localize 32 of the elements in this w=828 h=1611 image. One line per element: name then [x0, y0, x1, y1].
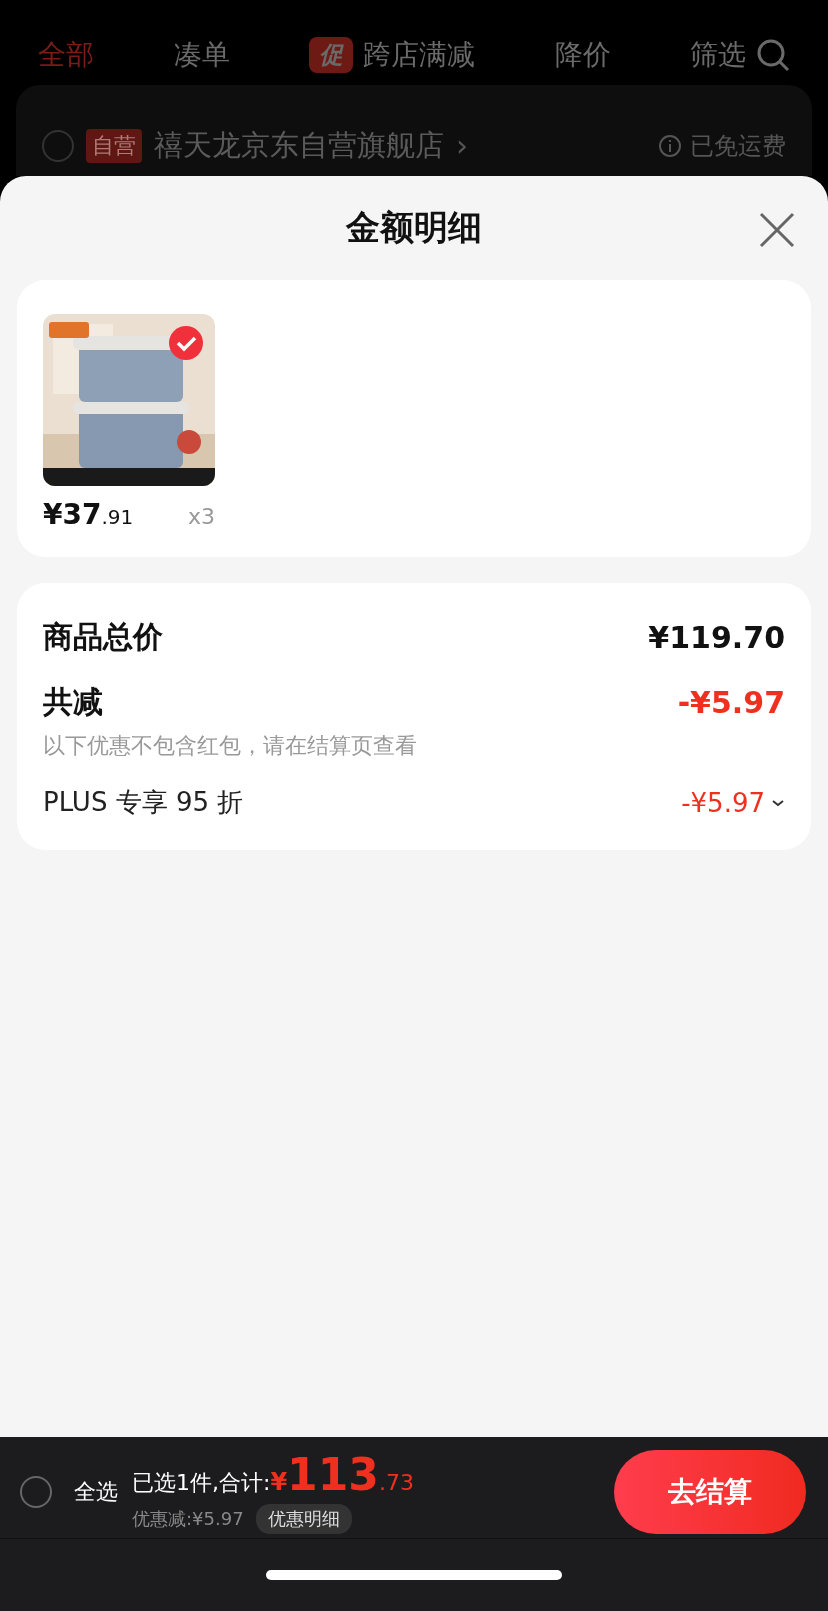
total-value: ¥119.70: [648, 620, 785, 655]
category-tab[interactable]: 降价: [554, 35, 611, 74]
select-all-label[interactable]: 全选: [74, 1476, 118, 1507]
info-icon[interactable]: [658, 133, 682, 158]
sheet-title: 金额明细: [346, 206, 482, 249]
filter-button[interactable]: 筛选: [690, 35, 790, 74]
category-tab[interactable]: 全部: [38, 35, 94, 74]
category-tab[interactable]: 凑单: [173, 35, 230, 74]
promo-badge: 促: [309, 36, 353, 73]
caret-icon[interactable]: [771, 797, 785, 808]
discount-note: 以下优惠不包含红包，请在结算页查看: [43, 732, 418, 760]
saving-text: 优惠减:¥5.97: [132, 1507, 244, 1531]
select-all-checkbox[interactable]: [20, 1475, 52, 1508]
discount-row-value[interactable]: -¥5.97: [681, 787, 765, 818]
checkout-button[interactable]: 去结算: [614, 1449, 806, 1534]
store-checkbox[interactable]: [42, 129, 74, 162]
discount-row-label: PLUS 专享 95 折: [43, 786, 244, 819]
item-price: ¥37.91: [43, 498, 134, 531]
check-icon[interactable]: [169, 326, 203, 360]
close-button[interactable]: [757, 210, 797, 250]
discount-label: 共减: [43, 683, 103, 721]
category-tab[interactable]: 促 跨店满减: [309, 35, 475, 74]
search-icon[interactable]: [756, 37, 790, 72]
self-operated-badge: 自营: [86, 128, 142, 163]
item-quantity: x3: [187, 504, 215, 529]
total-label: 商品总价: [43, 618, 163, 656]
chevron-icon: ›: [456, 128, 468, 164]
discount-detail-button[interactable]: 优惠明细: [255, 1504, 352, 1534]
store-name[interactable]: 禧天龙京东自营旗舰店: [154, 125, 444, 166]
discount-value: -¥5.97: [677, 685, 785, 720]
total-summary: 已选1件,合计:¥113.73: [132, 1449, 414, 1500]
shipping-label: 已免运费: [690, 130, 786, 162]
